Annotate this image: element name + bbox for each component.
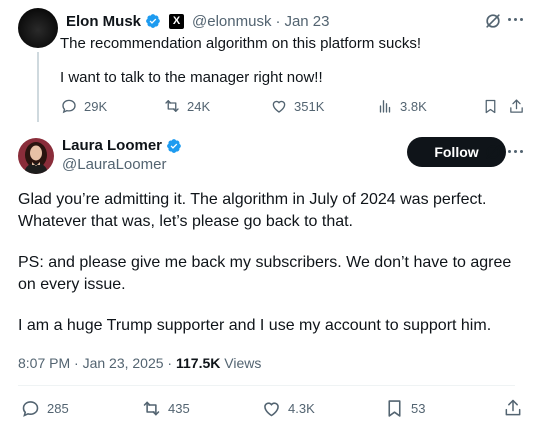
share-icon[interactable] bbox=[508, 98, 525, 115]
views-icon bbox=[379, 100, 391, 113]
bookmark-icon[interactable] bbox=[482, 98, 499, 115]
like-button[interactable]: 4.3K bbox=[261, 398, 315, 419]
view-count: 117.5K bbox=[175, 355, 221, 371]
repost-icon bbox=[143, 401, 160, 416]
avatar-elon-musk[interactable] bbox=[18, 8, 58, 48]
reply-icon bbox=[62, 99, 76, 114]
repost-button[interactable]: 24K bbox=[163, 97, 210, 115]
affiliate-x-badge: X bbox=[169, 13, 185, 29]
grok-icon[interactable] bbox=[483, 11, 503, 31]
more-icon[interactable] bbox=[508, 150, 523, 153]
thread-connector-line bbox=[37, 52, 39, 122]
reply-paragraph-2: PS: and please give me back my subscribe… bbox=[18, 254, 512, 293]
verified-badge-icon bbox=[167, 138, 181, 153]
view-count: 3.8K bbox=[400, 98, 427, 114]
reply-post-header: Laura Loomer bbox=[62, 137, 182, 154]
post-meta: 8:07 PM · Jan 23, 2025 · 117.5K Views bbox=[18, 355, 261, 371]
grok-icon[interactable] bbox=[483, 142, 503, 162]
avatar-laura-loomer[interactable] bbox=[18, 138, 54, 174]
like-count: 4.3K bbox=[288, 401, 315, 416]
like-icon bbox=[272, 100, 286, 113]
original-post-line-1: The recommendation algorithm on this pla… bbox=[60, 35, 421, 52]
repost-count: 24K bbox=[187, 98, 211, 114]
author-handle[interactable]: @elonmusk bbox=[192, 13, 271, 30]
reply-count: 29K bbox=[84, 98, 108, 114]
bookmark-icon bbox=[388, 400, 401, 417]
repost-icon bbox=[165, 100, 179, 112]
author-handle[interactable]: @LauraLoomer bbox=[62, 156, 166, 173]
author-name[interactable]: Elon Musk bbox=[66, 13, 141, 30]
original-post-line-2: I want to talk to the manager right now!… bbox=[60, 69, 323, 86]
reply-count: 285 bbox=[47, 401, 69, 416]
share-icon[interactable] bbox=[503, 398, 523, 418]
original-post-header: Elon Musk X @elonmusk · Jan 23 bbox=[66, 12, 330, 30]
bookmark-count: 53 bbox=[411, 401, 426, 416]
reply-button[interactable]: 29K bbox=[60, 97, 107, 115]
more-icon[interactable] bbox=[508, 18, 523, 21]
bookmark-button[interactable]: 53 bbox=[384, 398, 425, 419]
dot-separator: · bbox=[275, 12, 281, 30]
reply-button[interactable]: 285 bbox=[20, 398, 69, 419]
repost-button[interactable]: 435 bbox=[141, 398, 190, 419]
reply-paragraph-1: Glad you’re admitting it. The algorithm … bbox=[18, 191, 487, 230]
repost-count: 435 bbox=[168, 401, 190, 416]
reply-icon bbox=[22, 401, 39, 417]
like-button[interactable]: 351K bbox=[270, 97, 324, 115]
post-timestamp[interactable]: 8:07 PM · Jan 23, 2025 · bbox=[18, 355, 176, 371]
views-button[interactable]: 3.8K bbox=[376, 97, 427, 115]
verified-badge-icon bbox=[146, 14, 160, 28]
like-count: 351K bbox=[294, 98, 325, 114]
views-label: Views bbox=[224, 355, 262, 371]
reply-paragraph-3: I am a huge Trump supporter and I use my… bbox=[18, 317, 492, 334]
divider bbox=[18, 385, 515, 386]
like-icon bbox=[264, 402, 279, 417]
author-name[interactable]: Laura Loomer bbox=[62, 137, 162, 154]
post-date[interactable]: Jan 23 bbox=[284, 13, 329, 30]
